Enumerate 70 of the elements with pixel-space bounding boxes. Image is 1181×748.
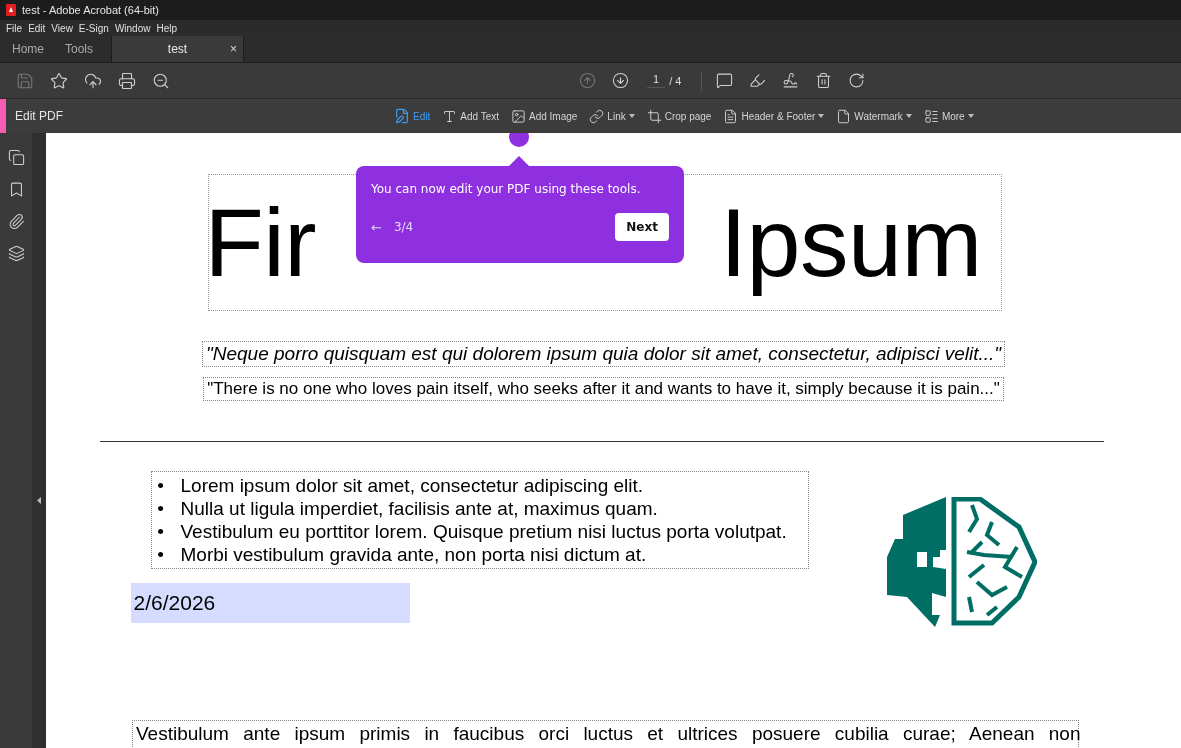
document-icon	[836, 108, 852, 124]
file-pen-icon	[394, 108, 410, 124]
document-heading: Ipsum	[720, 187, 982, 298]
tab[interactable]: test ×	[111, 36, 244, 62]
image-icon	[510, 108, 526, 124]
tool-button[interactable]: Watermark	[831, 108, 917, 124]
menu-item[interactable]: Window	[111, 22, 154, 34]
next-button[interactable]: Next	[615, 213, 669, 241]
layers-button[interactable]	[7, 245, 25, 262]
tool-button[interactable]: Add Image	[505, 108, 583, 124]
tour-pointer-dot	[509, 133, 529, 147]
tab[interactable]: Tools	[53, 36, 111, 62]
menu-item[interactable]: File	[3, 22, 26, 34]
highlight-button[interactable]	[749, 72, 767, 89]
next-page-button[interactable]	[612, 72, 629, 89]
crop-icon	[646, 108, 662, 124]
attachment-button[interactable]	[7, 213, 25, 230]
list-item: Nulla ut ligula imperdiet, facilisis ante at, maximus quam.	[180, 497, 658, 520]
close-button[interactable]: ×	[230, 42, 237, 56]
menu-item[interactable]: View	[48, 22, 76, 34]
list-icon	[923, 108, 939, 124]
upload-button[interactable]	[84, 71, 102, 90]
sign-button[interactable]	[782, 72, 800, 89]
back-button[interactable]: ←	[371, 219, 382, 235]
pages-button[interactable]	[7, 149, 25, 166]
tab[interactable]: Home	[0, 36, 53, 62]
bullet-marker: •	[156, 497, 165, 520]
page-total: / 4	[669, 74, 682, 87]
collapse-handle-icon[interactable]	[37, 497, 41, 504]
document-icon	[723, 108, 739, 124]
tool-button[interactable]: More	[918, 108, 979, 124]
document-heading: Fir	[204, 187, 317, 298]
tool-button[interactable]: Link	[584, 108, 640, 124]
tool-title: Edit PDF	[15, 109, 64, 123]
quote-text: "There is no one who loves pain itself, who seeks after it and wants to have it, simply because it is pain..."	[203, 377, 1004, 401]
bookmark-button[interactable]	[50, 71, 68, 90]
bullet-marker: •	[156, 474, 165, 497]
tool-button[interactable]: Crop page	[641, 108, 717, 124]
caret-icon	[967, 114, 974, 118]
caret-icon	[628, 114, 635, 118]
comment-button[interactable]	[716, 72, 734, 89]
print-button[interactable]	[118, 71, 136, 90]
step-counter: 3/4	[393, 220, 415, 234]
previous-page-button[interactable]	[579, 72, 596, 89]
text-icon	[442, 108, 458, 124]
bullet-marker: •	[156, 520, 165, 543]
zoom-out-button[interactable]	[152, 71, 170, 90]
window-title: test - Adobe Acrobat (64-bit)	[22, 4, 159, 16]
list-item: Morbi vestibulum gravida ante, non porta nisi dictum at.	[180, 543, 647, 566]
caret-icon	[905, 114, 912, 118]
body-paragraph: Vestibulum ante ipsum primis in faucibus orci luctus et ultrices posuere cubilia curae; Aenean non	[132, 720, 1079, 747]
bullet-marker: •	[156, 543, 165, 566]
list-item: Vestibulum eu porttitor lorem. Quisque pretium nisi luctus porta volutpat.	[180, 520, 787, 543]
page-number-field[interactable]: 1	[647, 73, 666, 88]
date-field[interactable]: 2/6/2026	[130, 583, 410, 623]
caret-icon	[818, 114, 825, 118]
tool-button[interactable]: Header & Footer	[718, 108, 830, 124]
quote-text: "Neque porro quisquam est qui dolorem ipsum quia dolor sit amet, consectetur, adipisci velit..."	[202, 341, 1005, 367]
menu-item[interactable]: Help	[153, 22, 181, 34]
menu-item[interactable]: Edit	[25, 22, 49, 34]
tour-message: You can now edit your PDF using these tools.	[371, 182, 642, 196]
list-item: Lorem ipsum dolor sit amet, consectetur adipiscing elit.	[180, 474, 644, 497]
rotate-button[interactable]	[848, 72, 866, 89]
menu-item[interactable]: E-Sign	[75, 22, 112, 34]
active-tool-marker	[0, 99, 6, 133]
link-icon	[589, 108, 605, 124]
tool-button[interactable]: Add Text	[437, 108, 504, 124]
app-logo-icon	[6, 4, 16, 16]
tool-button[interactable]: Edit	[389, 108, 436, 124]
delete-button[interactable]	[815, 72, 833, 89]
